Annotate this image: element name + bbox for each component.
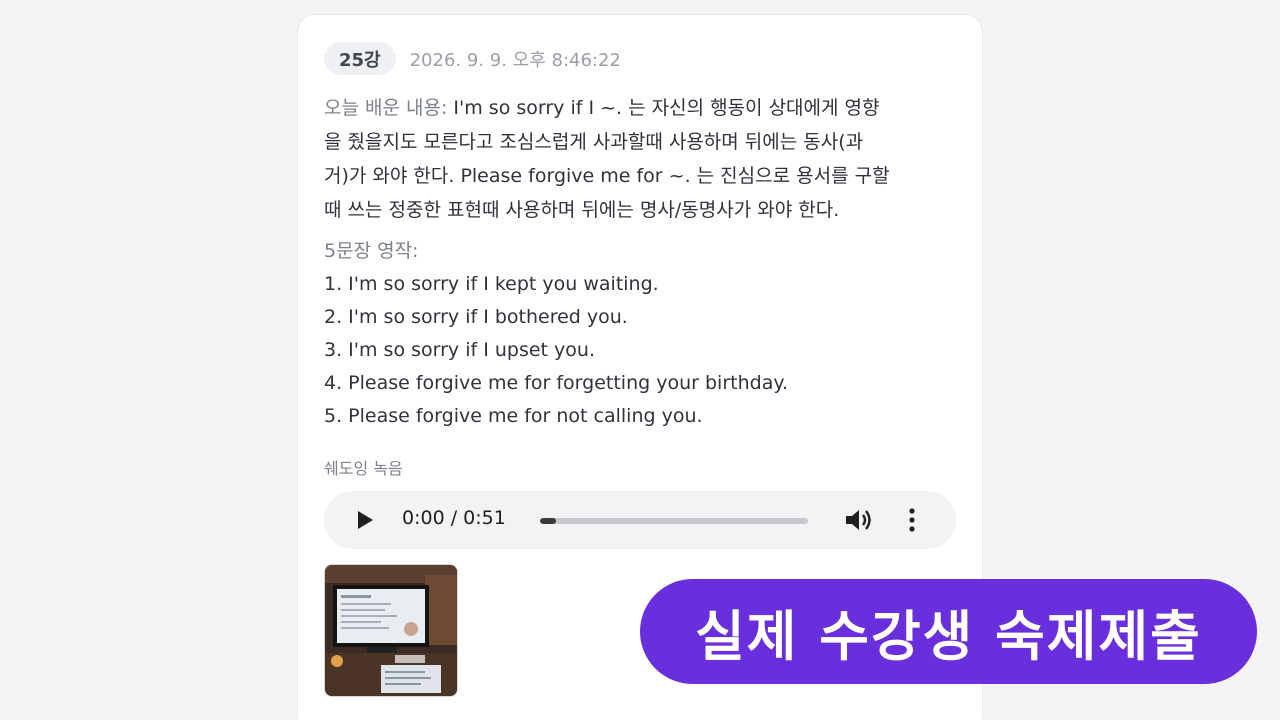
list-item: 1. I'm so sorry if I kept you waiting.	[324, 273, 659, 295]
homework-photo-thumbnail[interactable]	[324, 564, 458, 697]
summary-line-3: 거)가 와야 한다. Please forgive me for ~. 는 진심…	[324, 165, 890, 187]
summary-line-4: 때 쓰는 정중한 표현때 사용하며 뒤에는 명사/동명사가 와야 한다.	[324, 199, 840, 221]
seek-bar[interactable]	[540, 518, 808, 524]
play-icon[interactable]	[358, 511, 373, 529]
lesson-summary: 오늘 배운 내용: I'm so sorry if I ~. 는 자신의 행동이…	[324, 91, 964, 227]
page: 25강 2026. 9. 9. 오후 8:46:22 오늘 배운 내용: I'm…	[0, 0, 1280, 720]
list-item: 5. Please forgive me for not calling you…	[324, 405, 703, 427]
list-item: 2. I'm so sorry if I bothered you.	[324, 306, 628, 328]
sentence-list: 1. I'm so sorry if I kept you waiting. 2…	[324, 268, 788, 433]
audio-player: 0:00 / 0:51	[324, 491, 956, 549]
list-item: 3. I'm so sorry if I upset you.	[324, 339, 595, 361]
time-display: 0:00 / 0:51	[402, 507, 506, 529]
volume-icon[interactable]	[844, 507, 874, 533]
banner-text: 실제 수강생 숙제제출	[695, 605, 1202, 668]
list-item: 4. Please forgive me for forgetting your…	[324, 372, 788, 394]
promo-banner: 실제 수강생 숙제제출	[640, 579, 1257, 684]
summary-line-2: 을 줬을지도 모른다고 조심스럽게 사과할때 사용하며 뒤에는 동사(과	[324, 131, 864, 153]
composition-title: 5문장 영작:	[324, 240, 419, 262]
seek-bar-fill	[540, 518, 557, 524]
lesson-badge: 25강	[324, 42, 396, 75]
timestamp: 2026. 9. 9. 오후 8:46:22	[409, 49, 621, 71]
summary-line-1: I'm so sorry if I ~. 는 자신의 행동이 상대에게 영향	[447, 97, 880, 119]
recording-label: 쉐도잉 녹음	[324, 459, 403, 478]
lesson-meta: 25강 2026. 9. 9. 오후 8:46:22	[324, 42, 621, 75]
photo-image	[325, 565, 457, 696]
summary-label: 오늘 배운 내용:	[324, 97, 448, 119]
more-vertical-icon[interactable]	[906, 507, 918, 533]
